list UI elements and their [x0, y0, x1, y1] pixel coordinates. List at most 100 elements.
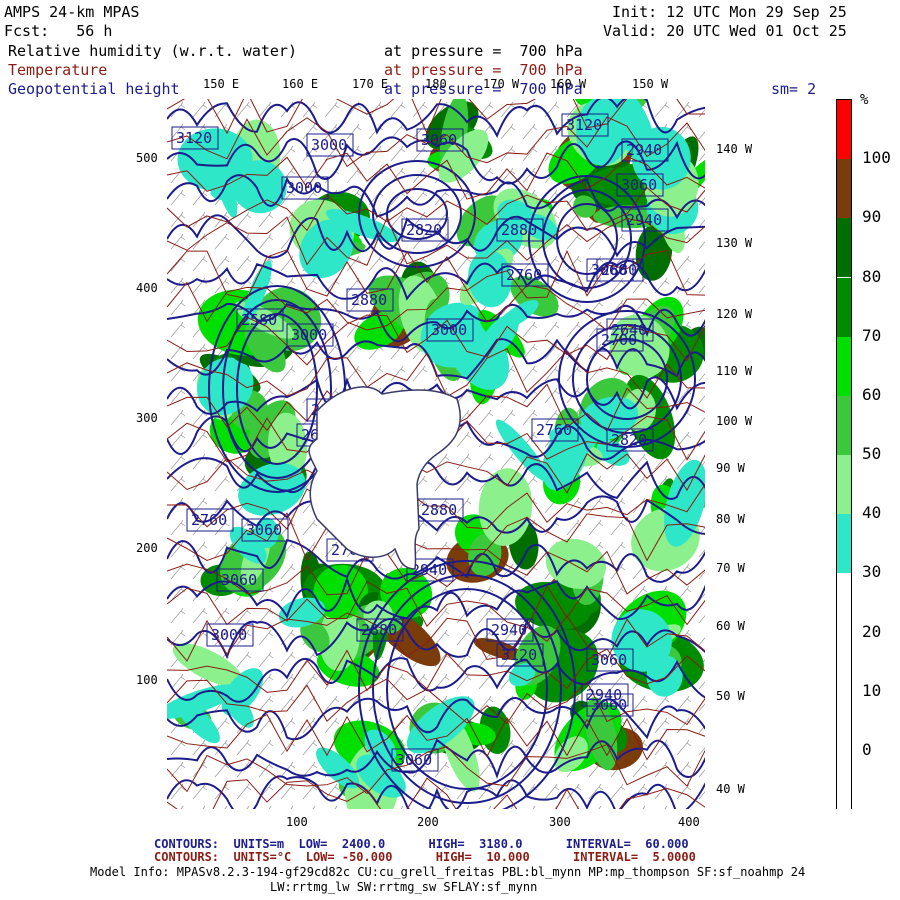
svg-text:2940: 2940 — [491, 621, 527, 639]
colorbar-segment — [837, 100, 851, 160]
height-contour-label: 3060 — [391, 748, 439, 772]
right-longitude-label: 70 W — [716, 561, 745, 575]
svg-text:3060: 3060 — [246, 521, 282, 539]
svg-text:3060: 3060 — [421, 131, 457, 149]
height-contour-label: 3000 — [206, 623, 254, 647]
colorbar-tick-label: 10 — [862, 680, 882, 700]
colorbar-segment — [837, 455, 851, 515]
colorbar-segment — [837, 573, 851, 633]
svg-text:3060: 3060 — [591, 261, 627, 279]
field3-name: Geopotential height — [8, 80, 180, 98]
height-contour-label: 2760 — [501, 263, 549, 287]
y-tick-label: 500 — [136, 151, 158, 165]
colorbar-tick-label: 80 — [862, 266, 882, 286]
height-contour-label: 2880 — [356, 618, 404, 642]
colorbar-tick-label: 30 — [862, 562, 882, 582]
top-longitude-label: 150 W — [632, 77, 669, 91]
svg-text:2880: 2880 — [421, 501, 457, 519]
height-contour-label: 2580 — [236, 308, 284, 332]
height-contour-label: 2940 — [581, 683, 629, 707]
height-contour-label: 3120 — [171, 126, 219, 150]
valid-time: Valid: 20 UTC Wed 01 Oct 25 — [603, 22, 847, 40]
model-info-line2: LW:rrtmg_lw SW:rrtmg_sw SFLAY:sf_mynn — [270, 880, 538, 894]
height-contour-label: 2880 — [416, 498, 464, 522]
svg-text:2760: 2760 — [536, 421, 572, 439]
svg-text:2580: 2580 — [241, 311, 277, 329]
right-longitude-label: 90 W — [716, 461, 745, 475]
right-longitude-label: 80 W — [716, 512, 745, 526]
svg-text:3120: 3120 — [566, 116, 602, 134]
height-contour-label: 3120 — [561, 113, 609, 137]
field1-level: at pressure = 700 hPa — [384, 42, 583, 60]
height-contour-label: 3060 — [416, 128, 464, 152]
field1-name: Relative humidity (w.r.t. water) — [8, 42, 297, 60]
colorbar-tick-label: 70 — [862, 325, 882, 345]
forecast-hour: Fcst: 56 h — [4, 22, 113, 40]
model-title: AMPS 24-km MPAS — [4, 3, 140, 21]
height-contour-label: 2880 — [496, 218, 544, 242]
svg-text:3060: 3060 — [621, 176, 657, 194]
colorbar-segment — [837, 218, 851, 278]
init-time: Init: 12 UTC Mon 29 Sep 25 — [612, 3, 847, 21]
colorbar-tick-label: 100 — [862, 148, 891, 168]
colorbar-tick-label: 20 — [862, 621, 882, 641]
model-info: Model Info: MPASv8.2.3-194-gf29cd82c CU:… — [90, 865, 806, 879]
height-contour-label: 2880 — [346, 288, 394, 312]
svg-text:2820: 2820 — [611, 431, 647, 449]
colorbar-tick-label: 90 — [862, 207, 882, 227]
right-longitude-label: 60 W — [716, 619, 745, 633]
y-tick-label: 200 — [136, 541, 158, 555]
svg-text:3120: 3120 — [176, 129, 212, 147]
svg-text:2880: 2880 — [351, 291, 387, 309]
x-tick-label: 300 — [549, 815, 571, 829]
svg-text:3000: 3000 — [211, 626, 247, 644]
right-longitude-label: 120 W — [716, 307, 753, 321]
top-longitude-label: 170 E — [352, 77, 389, 91]
height-contour-label: 3120 — [496, 643, 544, 667]
svg-text:2940: 2940 — [586, 686, 622, 704]
height-contour-label: 3060 — [616, 173, 664, 197]
svg-text:2940: 2940 — [626, 211, 662, 229]
height-contour-label: 3000 — [286, 323, 334, 347]
height-contour-label: 3000 — [281, 176, 329, 200]
height-contour-label: 3000 — [426, 318, 474, 342]
y-tick-label: 400 — [136, 281, 158, 295]
height-contour-label: 2940 — [621, 138, 669, 162]
svg-text:3060: 3060 — [221, 571, 257, 589]
x-tick-label: 100 — [286, 815, 308, 829]
height-contour-label: 2760 — [186, 508, 234, 532]
top-longitude-label: 160 E — [282, 77, 319, 91]
field2-name: Temperature — [8, 61, 108, 79]
svg-text:2760: 2760 — [506, 266, 542, 284]
svg-text:3060: 3060 — [591, 651, 627, 669]
height-contour-label: 2760 — [531, 418, 579, 442]
colorbar-tick-label: 40 — [862, 503, 882, 523]
smoothing-label: sm= 2 — [771, 80, 817, 98]
colorbar-segment — [837, 395, 851, 455]
colorbar-segment — [837, 514, 851, 574]
colorbar-segment — [837, 750, 851, 810]
colorbar-tick-label: 50 — [862, 444, 882, 463]
svg-text:3000: 3000 — [286, 179, 322, 197]
top-longitude-label: 180 — [425, 77, 447, 91]
svg-text:3000: 3000 — [431, 321, 467, 339]
colorbar-tick-label: 60 — [862, 384, 882, 404]
right-longitude-label: 140 W — [716, 142, 753, 156]
height-contour-label: 2940 — [486, 618, 534, 642]
height-contour-label: 2820 — [401, 218, 449, 242]
colorbar-segment — [837, 159, 851, 219]
height-contour-label: 2640 — [606, 318, 654, 342]
svg-text:2880: 2880 — [501, 221, 537, 239]
top-longitude-label: 170 W — [483, 77, 520, 91]
map-panel: 3120 3000 3060 3120 2940 3000 3060 2820 2880 2940… — [167, 99, 705, 809]
svg-text:2940: 2940 — [626, 141, 662, 159]
height-contour-label: 2820 — [606, 428, 654, 452]
x-tick-label: 200 — [417, 815, 439, 829]
colorbar-unit: % — [860, 92, 869, 108]
height-contour-label: 3000 — [306, 133, 354, 157]
contours-temp-info: CONTOURS: UNITS=°C LOW= -50.000 HIGH= 10… — [154, 850, 696, 864]
svg-text:3000: 3000 — [311, 136, 347, 154]
height-contour-label: 3060 — [586, 648, 634, 672]
svg-text:2940: 2940 — [411, 561, 447, 579]
top-longitude-label: 150 E — [203, 77, 240, 91]
